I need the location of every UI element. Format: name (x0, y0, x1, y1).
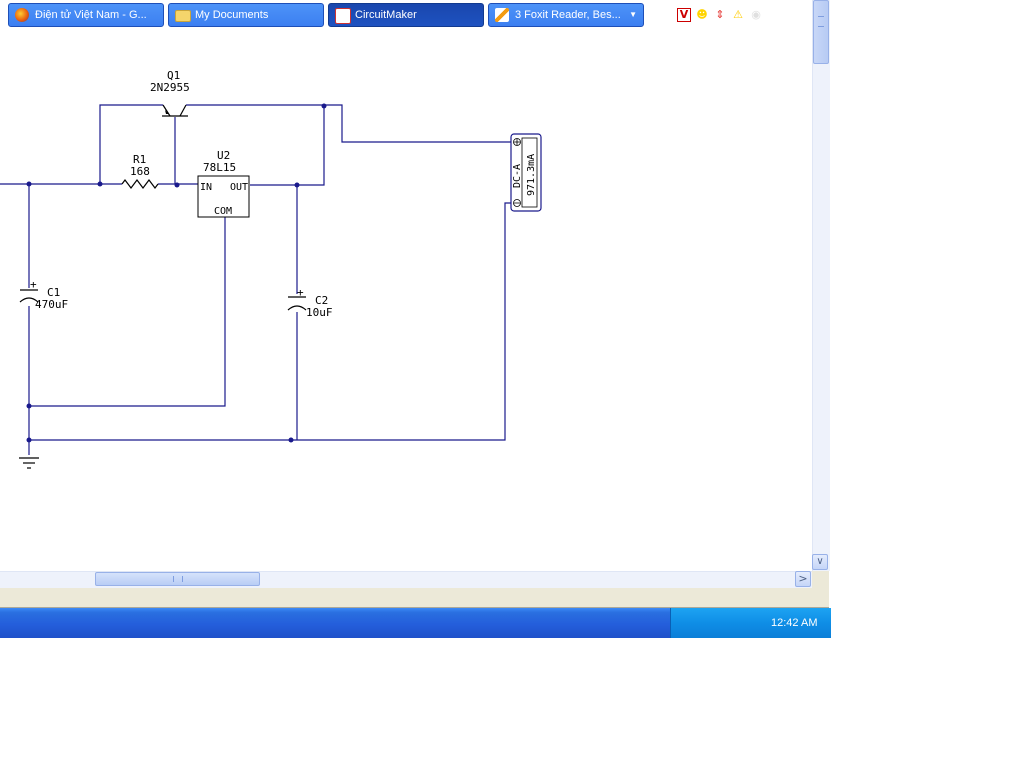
capacitor-c1[interactable]: + C1 470uF (19, 278, 68, 311)
folder-icon (175, 10, 191, 22)
warning-icon[interactable]: ⚠ (731, 8, 745, 22)
c1-polarity: + (30, 278, 37, 291)
task-label: 3 Foxit Reader, Bes... (515, 9, 621, 21)
taskbar-button-my-documents[interactable]: My Documents (168, 3, 324, 27)
wire-com (29, 217, 226, 407)
u2-pin-in: IN (200, 182, 212, 193)
chevron-right-icon: > (798, 572, 808, 585)
c2-value: 10uF (306, 306, 333, 319)
task-label: My Documents (195, 9, 269, 21)
speaker-icon[interactable]: ◉ (749, 8, 763, 22)
scroll-right-button[interactable]: > (795, 571, 811, 587)
ground-symbol (19, 457, 39, 469)
taskbar-button-foxit[interactable]: 3 Foxit Reader, Bes... ▼ (488, 3, 644, 27)
task-label: Điện tử Việt Nam - G... (35, 9, 147, 21)
u2-value: 78L15 (203, 161, 236, 174)
smiley-icon[interactable]: ☻ (695, 8, 709, 22)
regulator-u2[interactable]: U2 78L15 IN OUT COM (197, 149, 250, 218)
vertical-scrollbar[interactable] (812, 0, 830, 571)
taskbar-button-firefox[interactable]: Điện tử Việt Nam - G... (8, 3, 164, 27)
resistor-r1[interactable]: R1 168 (121, 153, 159, 189)
antivirus-icon[interactable]: V (677, 8, 691, 22)
firefox-icon (15, 8, 29, 22)
grip-icon (173, 576, 183, 582)
scroll-corner (812, 571, 829, 588)
taskbar-button-circuitmaker[interactable]: CircuitMaker (328, 3, 484, 27)
u2-pin-com: COM (214, 206, 232, 217)
junctions (26, 103, 327, 443)
vertical-scroll-thumb[interactable] (813, 0, 829, 64)
schematic-canvas[interactable]: Q1 2N2955 R1 168 U2 78L15 IN OUT COM + C… (0, 0, 812, 571)
chevron-down-icon: ▼ (629, 10, 637, 19)
wires (0, 104, 512, 455)
ammeter[interactable]: DC-A 971.3mA (510, 133, 542, 212)
r1-value: 168 (130, 165, 150, 178)
scroll-down-button[interactable]: ∨ (812, 554, 828, 570)
meter-mode: DC-A (512, 164, 523, 188)
c1-value: 470uF (35, 298, 68, 311)
grip-icon (818, 16, 824, 27)
foxit-icon (495, 8, 509, 22)
wire-ground-return (29, 202, 512, 441)
u2-pin-out: OUT (230, 182, 248, 193)
status-bar (0, 588, 829, 608)
circuitmaker-icon (335, 8, 351, 24)
task-label: CircuitMaker (355, 9, 417, 21)
q1-value: 2N2955 (150, 81, 190, 94)
c2-polarity: + (297, 286, 304, 299)
transistor-q1[interactable]: Q1 2N2955 (150, 69, 190, 117)
updown-arrows-icon[interactable]: ⇕ (713, 8, 727, 22)
clock[interactable]: 12:42 AM (771, 608, 817, 638)
capacitor-c2[interactable]: + C2 10uF (287, 286, 333, 319)
wire-to-meter (324, 104, 512, 143)
chevron-down-icon: ∨ (816, 556, 824, 567)
meter-reading: 971.3mA (526, 154, 537, 196)
